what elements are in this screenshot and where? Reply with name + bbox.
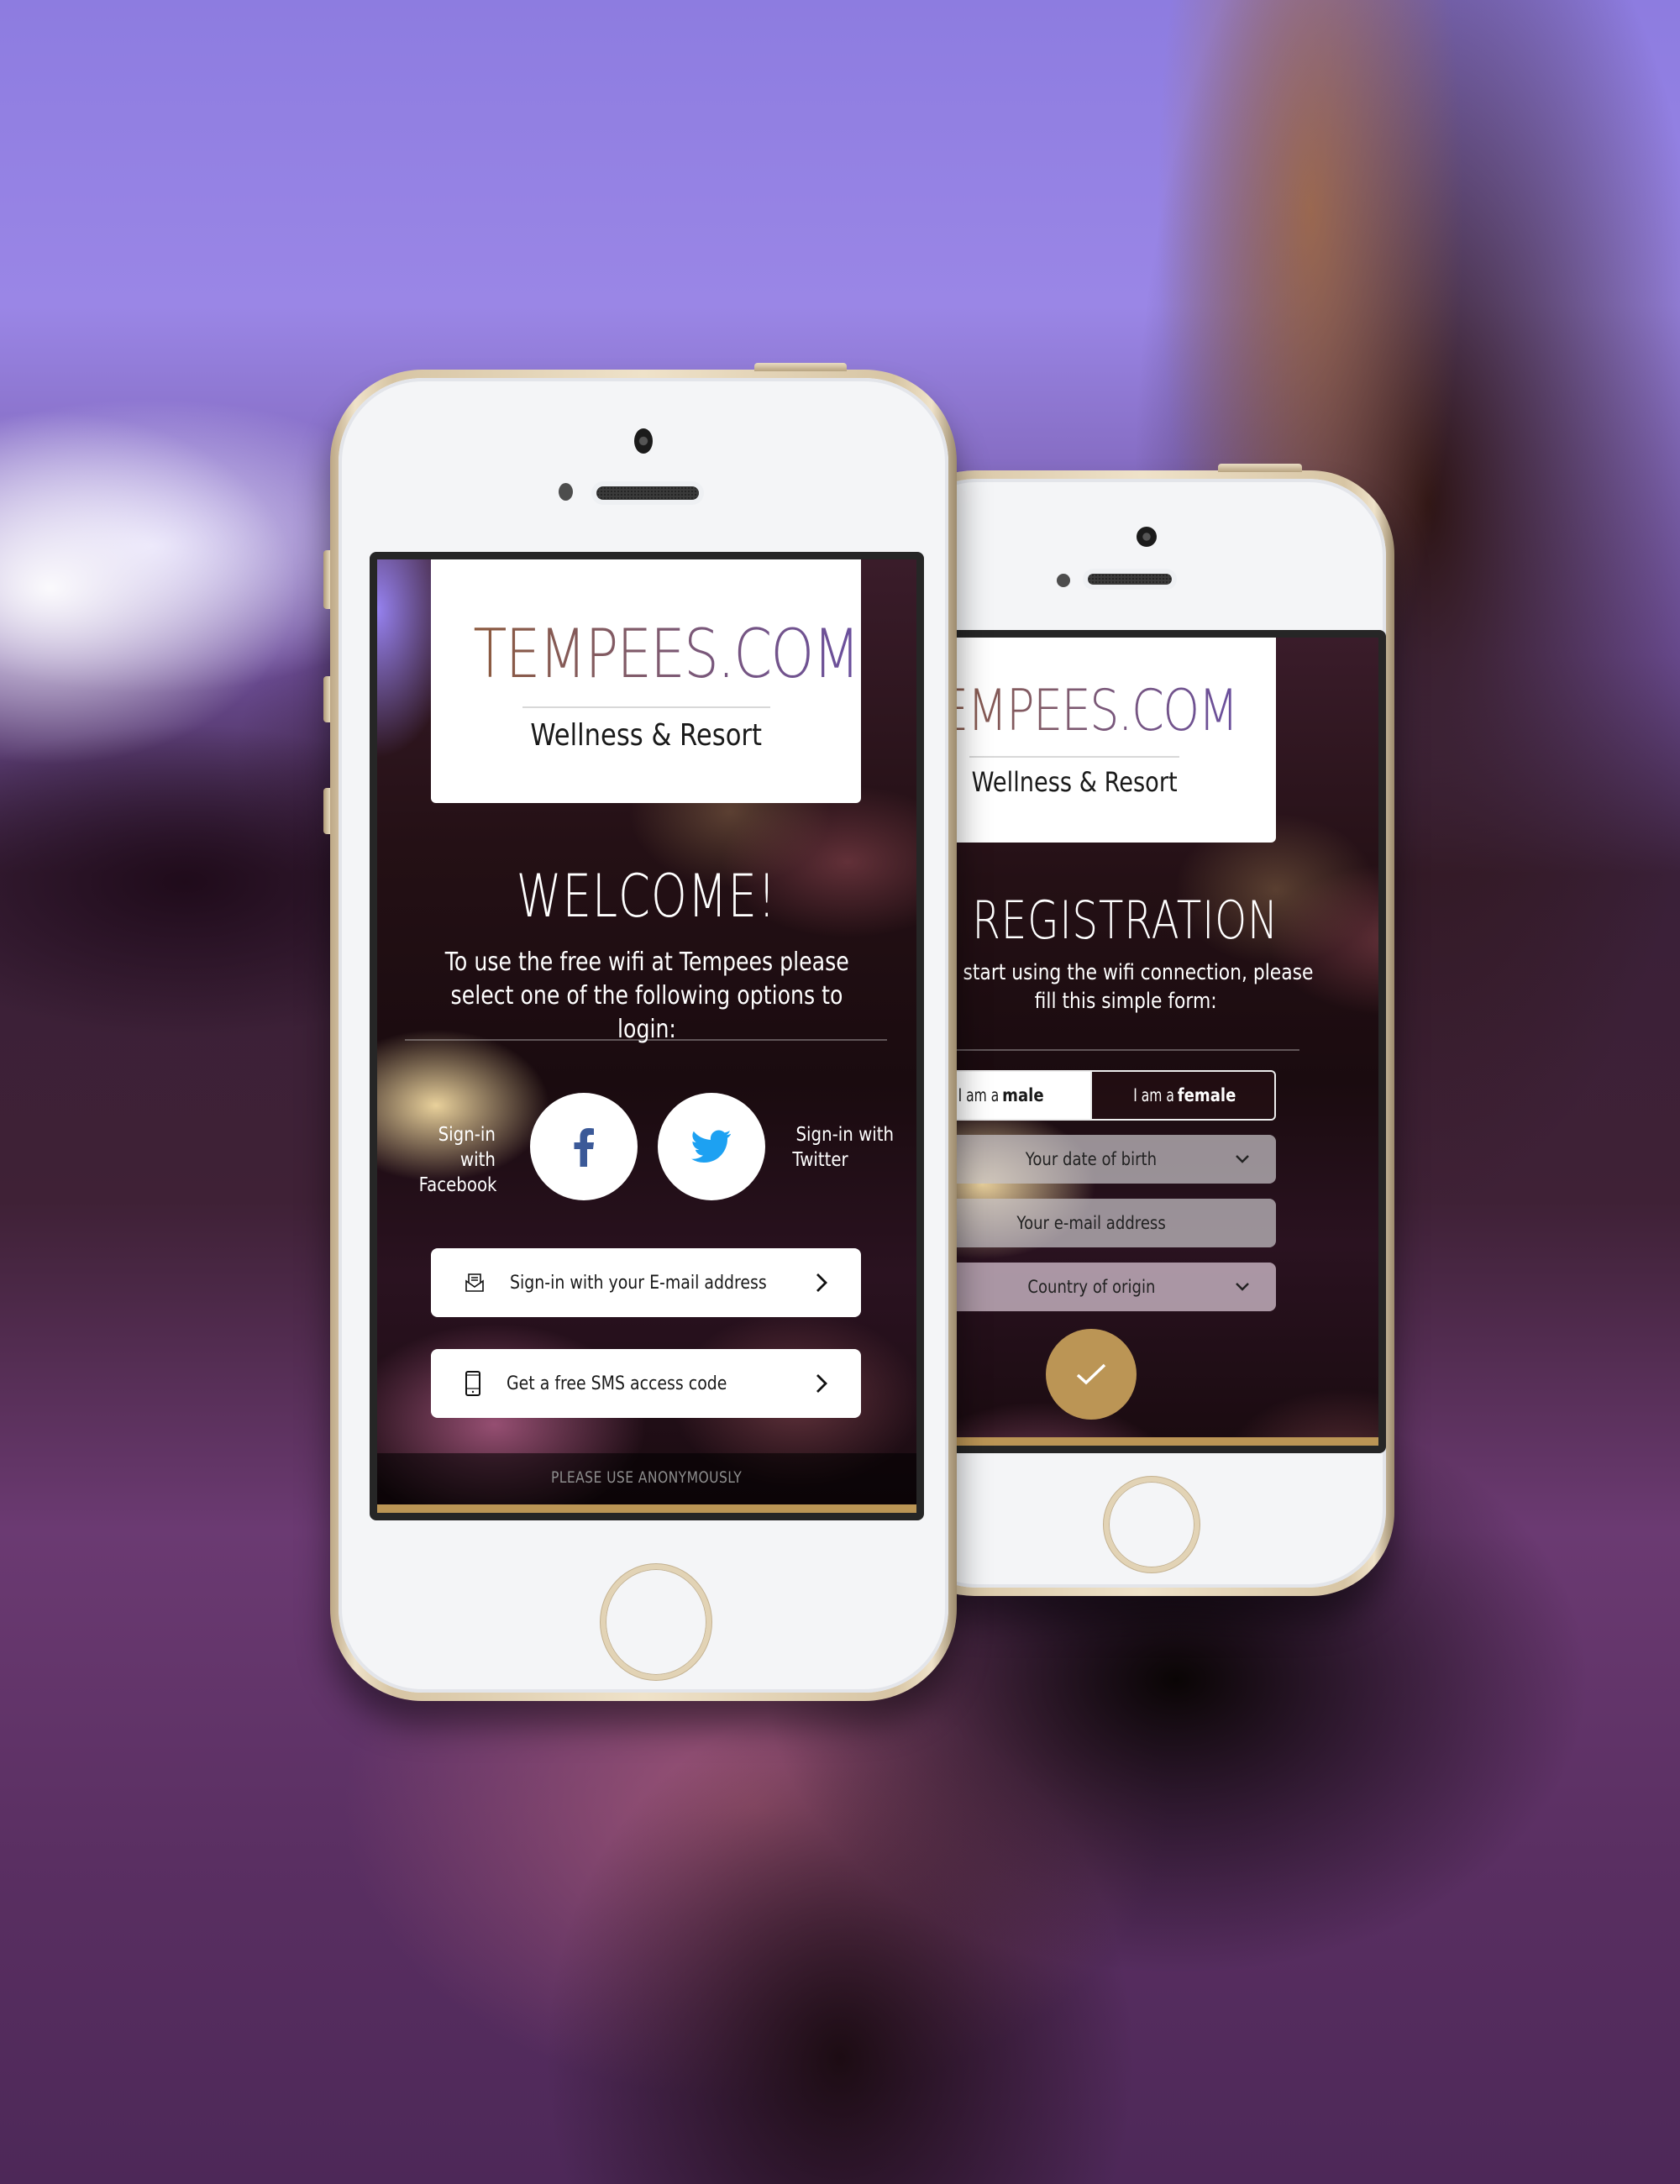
facebook-icon	[574, 1128, 594, 1167]
intro-text: To use the free wifi at Tempees please s…	[377, 946, 916, 1047]
email-signin-label: Sign-in with your E-mail address	[510, 1272, 767, 1294]
intro-line-2: select one of the following options to l…	[450, 981, 843, 1044]
twitter-label: Sign-in with Twitter	[788, 1122, 906, 1173]
brand-logo-text: TEMPEES.COM	[923, 678, 1238, 744]
intro-line-2: fill this simple form:	[1034, 989, 1217, 1014]
gender-toggle[interactable]: I am a male I am a female	[923, 1070, 1276, 1121]
brand-subtitle: Wellness & Resort	[530, 718, 762, 753]
chevron-right-icon	[816, 1374, 827, 1393]
footer-note: PLEASE USE ANONYMOUSLY	[551, 1468, 743, 1487]
phone-screen: TEMPEES.COM Wellness & Resort REGISTRATI…	[916, 630, 1386, 1453]
facebook-label: Sign-in with Facebook	[394, 1122, 503, 1198]
phone-face: TEMPEES.COM Wellness & Resort REGISTRATI…	[899, 479, 1386, 1588]
envelope-icon	[465, 1273, 484, 1292]
submit-button[interactable]	[1046, 1329, 1137, 1420]
sms-code-button[interactable]: Get a free SMS access code	[431, 1349, 861, 1418]
gender-male-prefix: I am a	[958, 1085, 1000, 1105]
twitter-icon	[691, 1130, 732, 1163]
country-placeholder: Country of origin	[1026, 1277, 1156, 1297]
facebook-label-line-1: Sign-in with	[438, 1124, 496, 1171]
power-button	[754, 363, 847, 371]
phone-screen: TEMPEES.COM Wellness & Resort WELCOME! T…	[370, 552, 924, 1520]
twitter-signin-button[interactable]	[658, 1093, 765, 1200]
brand-logo-text: TEMPEES.COM	[473, 615, 860, 693]
dob-placeholder: Your date of birth	[1025, 1149, 1158, 1169]
proximity-sensor	[559, 483, 573, 501]
twitter-label-line-2: Twitter	[792, 1149, 848, 1171]
phone-login: TEMPEES.COM Wellness & Resort WELCOME! T…	[323, 363, 957, 1701]
volume-down-button	[323, 788, 330, 834]
chevron-down-icon	[1236, 1155, 1249, 1163]
divider	[405, 1039, 887, 1041]
phone-registration: TEMPEES.COM Wellness & Resort REGISTRATI…	[890, 464, 1394, 1596]
login-screen: TEMPEES.COM Wellness & Resort WELCOME! T…	[377, 559, 916, 1513]
mute-switch	[323, 550, 330, 609]
brand-card: TEMPEES.COM Wellness & Resort	[431, 559, 861, 803]
brand-card: TEMPEES.COM Wellness & Resort	[923, 638, 1276, 843]
brand-divider	[522, 706, 770, 708]
country-select[interactable]: Country of origin	[923, 1263, 1276, 1311]
intro-line-1: To use the free wifi at Tempees please	[444, 948, 849, 977]
intro-text: To start using the wifi connection, plea…	[923, 958, 1378, 1016]
chevron-down-icon	[1236, 1283, 1249, 1291]
mobile-phone-icon	[465, 1371, 480, 1396]
facebook-label-line-2: Facebook	[418, 1174, 497, 1196]
page-title-text: WELCOME!	[517, 862, 777, 931]
twitter-label-line-1: Sign-in with	[795, 1124, 895, 1146]
brand-subtitle: Wellness & Resort	[971, 766, 1178, 798]
earpiece-speaker	[596, 486, 699, 500]
email-field[interactable]: Your e-mail address	[923, 1199, 1276, 1247]
power-button	[1218, 464, 1302, 472]
gender-female-prefix: I am a	[1133, 1085, 1175, 1105]
checkmark-icon	[1076, 1363, 1106, 1385]
chevron-right-icon	[816, 1273, 827, 1292]
earpiece-speaker	[1088, 574, 1172, 585]
phone-face: TEMPEES.COM Wellness & Resort WELCOME! T…	[339, 378, 948, 1693]
divider	[923, 1049, 1299, 1051]
sms-code-label: Get a free SMS access code	[507, 1373, 727, 1394]
front-camera	[1137, 527, 1157, 547]
registration-screen: TEMPEES.COM Wellness & Resort REGISTRATI…	[923, 638, 1378, 1446]
home-button[interactable]	[601, 1564, 711, 1680]
page-title-text: REGISTRATION	[972, 890, 1279, 951]
gender-female-value: female	[1177, 1085, 1236, 1105]
page-title: REGISTRATION	[923, 890, 1378, 951]
home-button[interactable]	[1104, 1477, 1200, 1572]
email-signin-button[interactable]: Sign-in with your E-mail address	[431, 1248, 861, 1317]
accent-bar	[377, 1504, 916, 1513]
footer-band: PLEASE USE ANONYMOUSLY	[377, 1453, 916, 1507]
page-title: WELCOME!	[377, 862, 916, 931]
brand-divider	[969, 756, 1179, 758]
facebook-signin-button[interactable]	[530, 1093, 638, 1200]
proximity-sensor	[1057, 574, 1070, 587]
gender-male-value: male	[1002, 1085, 1044, 1105]
volume-up-button	[323, 676, 330, 722]
dob-select[interactable]: Your date of birth	[923, 1135, 1276, 1184]
front-camera	[634, 428, 653, 454]
intro-line-1: To start using the wifi connection, plea…	[937, 960, 1314, 985]
email-placeholder: Your e-mail address	[1016, 1213, 1166, 1233]
gender-option-female[interactable]: I am a female	[1090, 1072, 1274, 1119]
accent-bar	[923, 1437, 1378, 1446]
